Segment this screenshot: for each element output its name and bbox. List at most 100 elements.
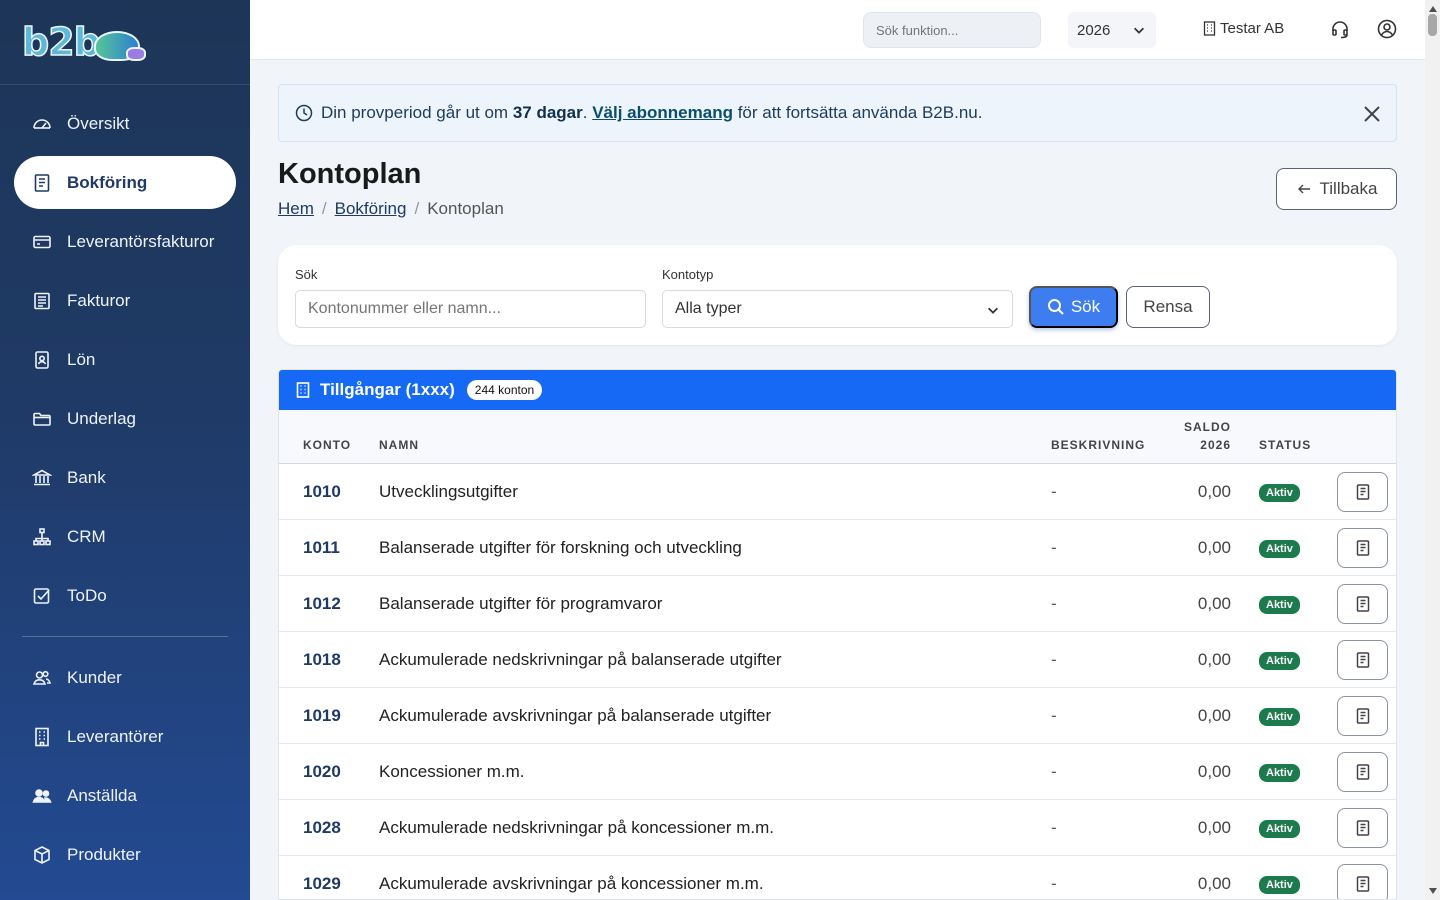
column-header-namn[interactable]: NAMN — [379, 438, 419, 452]
account-number-link[interactable]: 1010 — [303, 482, 341, 502]
account-number-link[interactable]: 1029 — [303, 874, 341, 894]
account-description: - — [1051, 594, 1057, 613]
breadcrumb-bokforing-link[interactable]: Bokföring — [335, 199, 407, 219]
back-button[interactable]: Tillbaka — [1276, 168, 1397, 210]
topbar: 2026 Testar AB — [250, 0, 1425, 60]
column-header-beskrivning[interactable]: BESKRIVNING — [1051, 438, 1145, 452]
person-circle-icon[interactable] — [1377, 19, 1397, 39]
sidebar-item-underlag[interactable]: Underlag — [14, 392, 236, 445]
accounts-table: Tillgångar (1xxx) 244 konton KONTO NAMN … — [278, 369, 1397, 900]
sidebar-item-label: Kunder — [67, 667, 122, 687]
journal-icon — [1356, 708, 1369, 724]
account-description: - — [1051, 762, 1057, 781]
sidebar-item-leverantörer[interactable]: Leverantörer — [14, 710, 236, 763]
function-search-input[interactable] — [863, 12, 1041, 48]
account-type-label: Kontotyp — [662, 267, 714, 282]
account-name: Balanserade utgifter för programvaror — [379, 594, 663, 613]
view-ledger-button[interactable] — [1337, 640, 1388, 680]
account-balance: 0,00 — [1197, 650, 1231, 669]
account-name: Ackumulerade avskrivningar på koncession… — [379, 874, 764, 893]
brand-logo-text: b2b — [21, 19, 101, 65]
back-button-label: Tillbaka — [1319, 179, 1378, 198]
table-body: 1010 Utvecklingsutgifter - 0,00 Aktiv 1011 Bal… — [279, 464, 1396, 899]
account-name: Utvecklingsutgifter — [379, 482, 518, 501]
sidebar-item-todo[interactable]: ToDo — [14, 569, 236, 622]
journal-icon — [32, 173, 52, 193]
breadcrumb-separator: / — [321, 199, 327, 218]
trial-days: 37 dagar — [512, 103, 583, 122]
sidebar-item-crm[interactable]: CRM — [14, 510, 236, 563]
account-name: Koncessioner m.m. — [379, 762, 525, 781]
clear-button[interactable]: Rensa — [1126, 286, 1210, 328]
company-switcher[interactable]: Testar AB — [1203, 20, 1284, 37]
view-ledger-button[interactable] — [1337, 584, 1388, 624]
account-count-badge: 244 konton — [466, 380, 543, 400]
scroll-down-icon[interactable] — [1429, 888, 1437, 894]
journal-icon — [1356, 876, 1369, 892]
account-number-link[interactable]: 1028 — [303, 818, 341, 838]
sidebar-item-leverantörsfakturor[interactable]: Leverantörsfakturor — [14, 215, 236, 268]
page-scrollbar[interactable] — [1425, 0, 1440, 900]
account-name: Balanserade utgifter för forskning och u… — [379, 538, 742, 557]
account-number-link[interactable]: 1011 — [303, 538, 340, 558]
year-select[interactable]: 2026 — [1068, 12, 1156, 48]
sidebar-item-bank[interactable]: Bank — [14, 451, 236, 504]
account-search-input[interactable] — [295, 290, 646, 328]
view-ledger-button[interactable] — [1337, 864, 1388, 899]
sidebar-item-label: Lön — [67, 349, 96, 369]
sidebar-item-fakturor[interactable]: Fakturor — [14, 274, 236, 327]
table-row: 1011 Balanserade utgifter för forskning o… — [279, 520, 1396, 576]
sidebar-item-kunder[interactable]: Kunder — [14, 651, 236, 704]
table-row: 1010 Utvecklingsutgifter - 0,00 Aktiv — [279, 464, 1396, 520]
building-icon — [1203, 21, 1216, 36]
account-balance: 0,00 — [1197, 818, 1231, 837]
sidebar-item-lön[interactable]: Lön — [14, 333, 236, 386]
view-ledger-button[interactable] — [1337, 472, 1388, 512]
column-header-saldo-label: SALDO — [1184, 420, 1231, 434]
scroll-up-icon[interactable] — [1429, 6, 1437, 12]
account-name: Ackumulerade avskrivningar på balanserad… — [379, 706, 772, 725]
status-badge: Aktiv — [1259, 876, 1300, 894]
search-button[interactable]: Sök — [1029, 286, 1118, 328]
sidebar-item-label: Underlag — [67, 408, 136, 428]
view-ledger-button[interactable] — [1337, 752, 1388, 792]
column-header-status[interactable]: STATUS — [1259, 438, 1311, 452]
account-type-select[interactable]: Alla typer — [662, 290, 1013, 328]
sidebar-item-anställda[interactable]: Anställda — [14, 769, 236, 822]
account-description: - — [1051, 874, 1057, 893]
headset-icon[interactable] — [1330, 19, 1350, 39]
view-ledger-button[interactable] — [1337, 528, 1388, 568]
sidebar-item-label: Leverantörsfakturor — [67, 231, 215, 251]
bank-icon — [32, 468, 52, 488]
sidebar-item-bokföring[interactable]: Bokföring — [14, 156, 236, 209]
view-ledger-button[interactable] — [1337, 808, 1388, 848]
building-icon — [296, 382, 310, 398]
sidebar-item-label: Bank — [67, 467, 106, 487]
column-header-saldo[interactable]: SALDO 2026 — [1184, 420, 1231, 452]
table-row: 1018 Ackumulerade nedskrivningar på balan… — [279, 632, 1396, 688]
sidebar-item-produkter[interactable]: Produkter — [14, 828, 236, 881]
trial-text-after: för att fortsätta använda B2B.nu. — [732, 103, 983, 122]
column-header-konto[interactable]: KONTO — [303, 438, 351, 452]
search-icon — [1047, 299, 1064, 315]
account-balance: 0,00 — [1197, 594, 1231, 613]
sidebar-item-label: Leverantörer — [67, 726, 164, 746]
account-number-link[interactable]: 1012 — [303, 594, 341, 614]
sidebar-item-översikt[interactable]: Översikt — [14, 97, 236, 150]
account-number-link[interactable]: 1020 — [303, 762, 341, 782]
box-icon — [32, 845, 52, 865]
trial-text-before: Din provperiod går ut om — [321, 103, 513, 122]
sidebar-nav: Översikt Bokföring Leverantörsfakturor Fakt… — [0, 85, 250, 622]
close-icon[interactable] — [1362, 104, 1382, 124]
brand-logo[interactable]: b2b — [0, 0, 250, 85]
view-ledger-button[interactable] — [1337, 696, 1388, 736]
breadcrumb-home-link[interactable]: Hem — [278, 199, 314, 219]
account-number-link[interactable]: 1019 — [303, 706, 341, 726]
status-badge: Aktiv — [1259, 484, 1300, 502]
choose-subscription-link[interactable]: Välj abonnemang — [592, 103, 733, 123]
status-badge: Aktiv — [1259, 596, 1300, 614]
account-number-link[interactable]: 1018 — [303, 650, 341, 670]
chevron-down-icon — [1134, 27, 1144, 34]
scroll-thumb[interactable] — [1428, 14, 1437, 36]
account-balance: 0,00 — [1197, 762, 1231, 781]
